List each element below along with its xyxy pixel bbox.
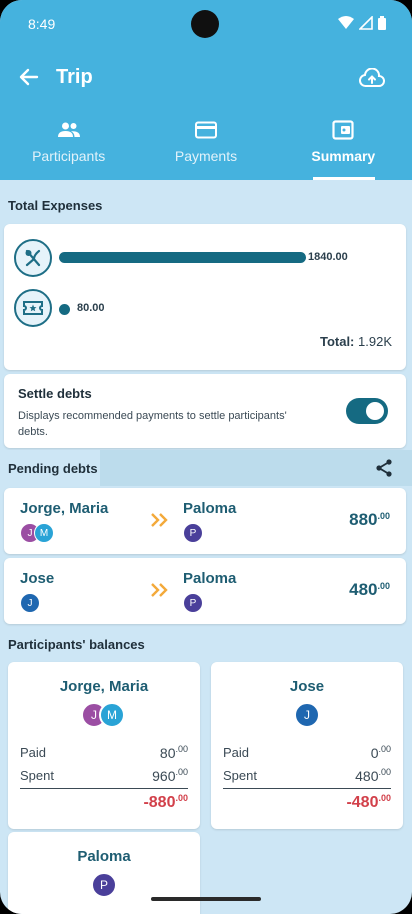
settle-debts-toggle[interactable]	[346, 398, 388, 424]
tab-label: Payments	[174, 148, 238, 164]
balance-card[interactable]: Jorge, Maria J M Paid 80.00 Spent 960.00…	[8, 662, 200, 829]
avatar-paloma: P	[91, 872, 117, 898]
debt-amount: 480.00	[349, 580, 390, 599]
people-icon	[57, 118, 81, 142]
tab-summary[interactable]: Summary	[275, 112, 412, 180]
arrow-left-icon	[19, 68, 39, 86]
tab-label: Participants	[32, 148, 106, 164]
total-row: Total: 1.92K	[320, 334, 392, 349]
app-bar: 8:49 Trip Participants Payments Summary	[0, 0, 412, 180]
debt-amount: 880.00	[349, 510, 390, 529]
net-balance: -480.00	[346, 793, 391, 811]
spent-value: 480.00	[355, 767, 391, 784]
total-expenses-card: 1840.00 80.00 Total: 1.92K	[4, 224, 406, 370]
page-title: Trip	[56, 66, 93, 88]
toolbar: Trip	[0, 56, 412, 100]
balance-name: Jorge, Maria	[59, 678, 149, 695]
cloud-upload-icon	[359, 68, 385, 87]
tab-payments[interactable]: Payments	[137, 112, 274, 180]
status-bar: 8:49	[0, 0, 412, 48]
balance-name: Jose	[289, 678, 325, 695]
total-expenses-title: Total Expenses	[8, 198, 103, 213]
avatar-jose: J	[20, 593, 40, 613]
settle-debts-description: Displays recommended payments to settle …	[18, 410, 287, 438]
balance-name: Paloma	[77, 848, 131, 865]
wallet-icon	[331, 118, 355, 142]
paid-value: 80.00	[159, 744, 188, 761]
paid-value: 0.00	[370, 744, 391, 761]
avatar-maria: M	[99, 702, 125, 728]
total-label: Total:	[319, 334, 355, 349]
avatar-paloma: P	[183, 523, 203, 543]
expense-bar-food	[59, 252, 306, 263]
phone-screen: 8:49 Trip Participants Payments Summary …	[0, 0, 412, 914]
tab-participants[interactable]: Participants	[0, 112, 137, 180]
debt-from-name: Jose	[20, 570, 55, 587]
expense-value-tickets: 80.00	[77, 302, 105, 314]
avatar-maria: M	[34, 523, 54, 543]
debt-from-name: Jorge, Maria	[20, 500, 109, 517]
double-chevron-right-icon	[151, 583, 168, 597]
utensils-icon	[14, 239, 52, 277]
share-icon	[376, 459, 392, 477]
spent-label: Spent	[223, 768, 257, 783]
debt-card[interactable]: Jose J Paloma P 480.00	[4, 558, 406, 624]
settle-debts-card: Settle debts Displays recommended paymen…	[4, 374, 406, 448]
pending-debts-header: Pending debts	[0, 450, 412, 486]
balance-divider	[223, 788, 391, 789]
balance-card[interactable]: Paloma P	[8, 832, 200, 914]
expense-bar-tickets	[59, 304, 70, 315]
expense-value-food: 1840.00	[308, 251, 348, 263]
ticket-icon	[14, 289, 52, 327]
status-time: 8:49	[28, 16, 56, 32]
battery-icon	[378, 16, 386, 30]
camera-cutout	[191, 10, 219, 38]
share-button[interactable]	[374, 458, 394, 478]
spent-label: Spent	[20, 768, 54, 783]
total-value: 1.92K	[358, 334, 392, 349]
cloud-upload-button[interactable]	[358, 64, 386, 92]
back-button[interactable]	[16, 64, 42, 90]
balances-title: Participants' balances	[8, 637, 145, 652]
signal-icon	[359, 16, 373, 30]
balance-card[interactable]: Jose J Paid 0.00 Spent 480.00 -480.00	[211, 662, 403, 829]
tab-label: Summary	[311, 148, 376, 164]
summary-content[interactable]: Total Expenses 1840.00 80.00 Total: 1.92…	[0, 180, 412, 914]
tab-bar: Participants Payments Summary	[0, 112, 412, 180]
balance-divider	[20, 788, 188, 789]
spent-value: 960.00	[152, 767, 188, 784]
net-balance: -880.00	[143, 793, 188, 811]
debt-to-name: Paloma	[183, 570, 237, 587]
avatar-jose: J	[294, 702, 320, 728]
avatar-paloma: P	[183, 593, 203, 613]
debt-card[interactable]: Jorge, Maria J M Paloma P 880.00	[4, 488, 406, 554]
toggle-knob	[366, 402, 384, 420]
card-icon	[194, 118, 218, 142]
settle-debts-title: Settle debts	[18, 386, 92, 401]
double-chevron-right-icon	[151, 513, 168, 527]
pending-debts-title: Pending debts	[8, 461, 98, 476]
home-indicator[interactable]	[151, 897, 261, 901]
wifi-icon	[338, 16, 354, 29]
status-icons	[338, 16, 386, 30]
paid-label: Paid	[20, 745, 47, 760]
paid-label: Paid	[223, 745, 250, 760]
debt-to-name: Paloma	[183, 500, 237, 517]
